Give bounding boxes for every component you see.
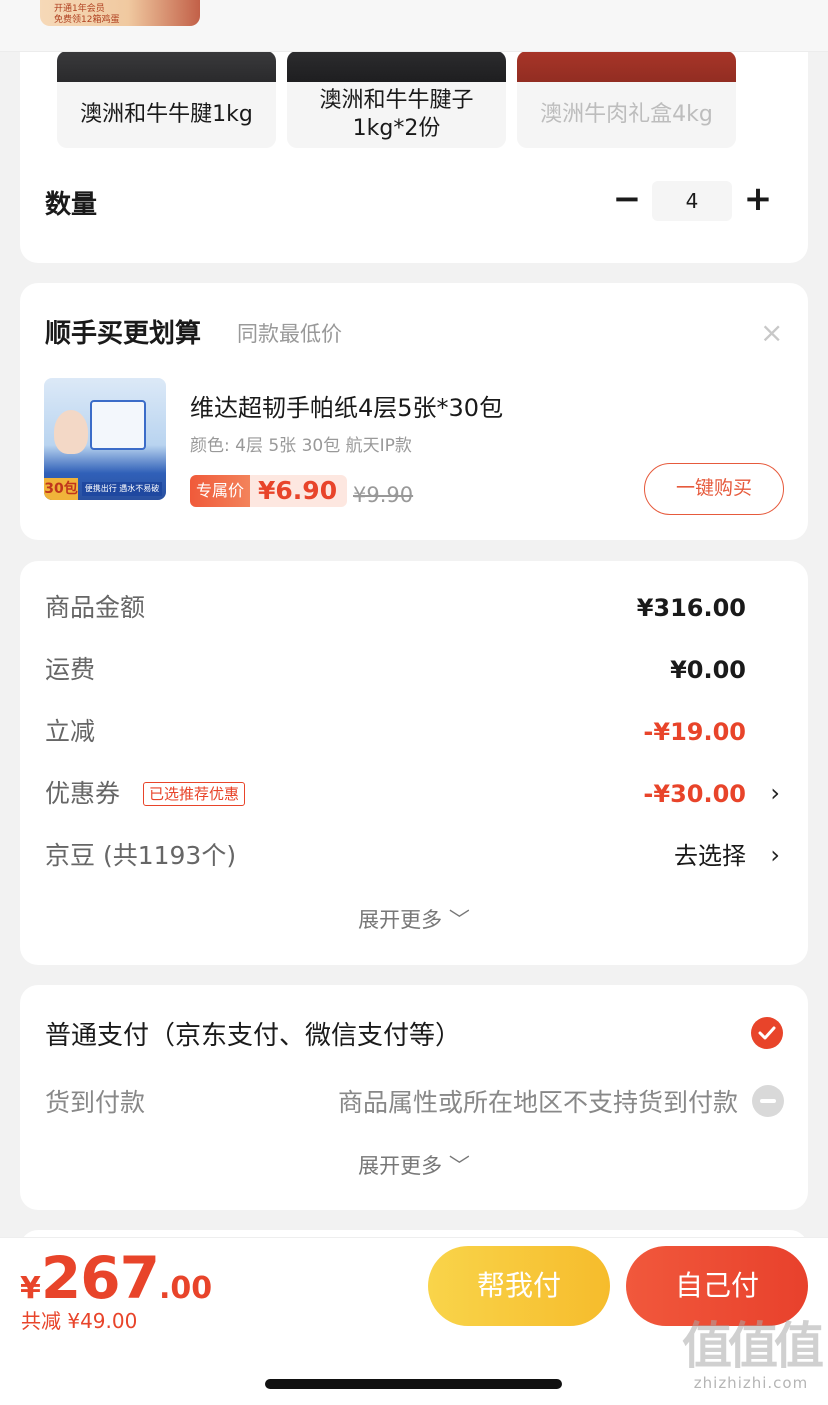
upsell-title: 顺手买更划算 [45, 319, 202, 349]
spec-card: 澳洲和牛牛腱1kg 澳洲和牛牛腱子1kg*2份 澳洲牛肉礼盒4kg 数量 − 4… [20, 20, 808, 263]
summary-row-goods-amount: 商品金额 ¥316.00 [45, 588, 808, 628]
quantity-label: 数量 [45, 190, 98, 220]
spec-option-3: 澳洲牛肉礼盒4kg [517, 51, 736, 148]
cod-unavailable-note: 商品属性或所在地区不支持货到付款 [337, 1088, 738, 1117]
coupon-recommended-badge: 已选推荐优惠 [143, 782, 246, 806]
exclusive-price-label: 专属价 [190, 475, 251, 507]
watermark: 值值值 zhizhizhi.com [676, 1318, 826, 1392]
promo-thumbnail-text: 开通1年会员 免费领12箱鸡蛋 [54, 4, 119, 26]
summary-row-coupon[interactable]: 优惠券 已选推荐优惠 -¥30.00 › [45, 774, 808, 814]
promo-line-2: 免费领12箱鸡蛋 [54, 15, 120, 25]
original-price: ¥9.90 [353, 483, 414, 507]
spec-option-image [517, 51, 736, 82]
spec-option-label: 澳洲牛肉礼盒4kg [540, 102, 713, 127]
top-header-strip: 开通1年会员 免费领12箱鸡蛋 [0, 0, 828, 52]
summary-value: -¥30.00 [643, 780, 746, 808]
check-icon[interactable] [751, 1017, 783, 1049]
summary-row-shipping: 运费 ¥0.00 [45, 650, 808, 690]
spec-option-label: 澳洲和牛牛腱1kg [80, 102, 253, 127]
watermark-logo: 值值值 [682, 1317, 824, 1375]
upsell-card: 顺手买更划算 同款最低价 × 30包 便携出行 遇水不易破 维达超韧手帕纸4层5… [20, 283, 808, 540]
summary-label: 优惠券 [45, 779, 121, 808]
payment-expand-more[interactable]: 展开更多 ﹀ [20, 1150, 808, 1180]
promo-line-1: 开通1年会员 [54, 4, 105, 14]
image-stripe-text: 便携出行 遇水不易破 [82, 482, 162, 496]
close-icon[interactable]: × [760, 319, 783, 347]
summary-label: 立减 [45, 717, 96, 746]
total-price: ¥267.00 [20, 1244, 212, 1312]
summary-value: ¥316.00 [636, 594, 746, 622]
summary-label: 商品金额 [45, 593, 146, 622]
home-indicator[interactable] [265, 1379, 562, 1389]
payment-method-card: 普通支付（京东支付、微信支付等） 货到付款 商品属性或所在地区不支持货到付款 展… [20, 985, 808, 1210]
total-integer: 267 [40, 1244, 160, 1312]
model-image [54, 410, 88, 454]
promo-thumbnail[interactable]: 开通1年会员 免费领12箱鸡蛋 [40, 0, 200, 26]
payment-option-cod: 货到付款 [45, 1088, 146, 1117]
help-me-pay-button[interactable]: 帮我付 [428, 1246, 610, 1326]
upsell-product-spec: 颜色: 4层 5张 30包 航天IP款 [190, 436, 412, 456]
spec-option-label: 澳洲和牛牛腱子1kg*2份 [319, 88, 474, 141]
summary-expand-more[interactable]: 展开更多 ﹀ [20, 904, 808, 934]
chevron-right-icon: › [770, 841, 780, 869]
summary-row-instant-discount: 立减 -¥19.00 [45, 712, 808, 752]
summary-value: -¥19.00 [643, 718, 746, 746]
upsell-subtitle: 同款最低价 [237, 322, 342, 346]
quantity-minus-button[interactable]: − [612, 182, 642, 218]
disabled-icon [752, 1085, 784, 1117]
one-click-buy-button[interactable]: 一键购买 [644, 463, 784, 515]
exclusive-price-value: ¥6.90 [250, 475, 348, 507]
spec-option-image [287, 51, 506, 82]
pack-count-badge: 30包 [44, 478, 78, 500]
upsell-product-image[interactable]: 30包 便携出行 遇水不易破 [44, 378, 166, 500]
summary-row-jingdou[interactable]: 京豆 (共1193个) 去选择 › [45, 836, 808, 876]
chevron-right-icon: › [770, 779, 780, 807]
summary-label: 运费 [45, 655, 96, 684]
pay-myself-button[interactable]: 自己付 [626, 1246, 808, 1326]
spec-option-1[interactable]: 澳洲和牛牛腱1kg [57, 51, 276, 148]
quantity-plus-button[interactable]: + [742, 180, 774, 220]
spec-option-2[interactable]: 澳洲和牛牛腱子1kg*2份 [287, 51, 506, 148]
watermark-url: zhizhizhi.com [693, 1374, 809, 1392]
summary-label: 京豆 (共1193个) [45, 841, 237, 870]
summary-value: ¥0.00 [670, 656, 746, 684]
spec-option-image [57, 51, 276, 82]
price-summary-card: 商品金额 ¥316.00 运费 ¥0.00 立减 -¥19.00 优惠券 已选推… [20, 561, 808, 965]
currency-symbol: ¥ [20, 1271, 41, 1306]
quantity-input[interactable]: 4 [652, 181, 732, 221]
exclusive-price-tag: 专属价 ¥6.90 [190, 475, 348, 507]
total-saved: 共减 ¥49.00 [21, 1309, 138, 1333]
tissue-pack-image [90, 400, 146, 450]
total-decimal: .00 [158, 1271, 213, 1306]
summary-value: 去选择 [674, 842, 746, 870]
payment-option-normal[interactable]: 普通支付（京东支付、微信支付等） [45, 1015, 461, 1052]
upsell-product-name[interactable]: 维达超韧手帕纸4层5张*30包 [190, 388, 503, 423]
